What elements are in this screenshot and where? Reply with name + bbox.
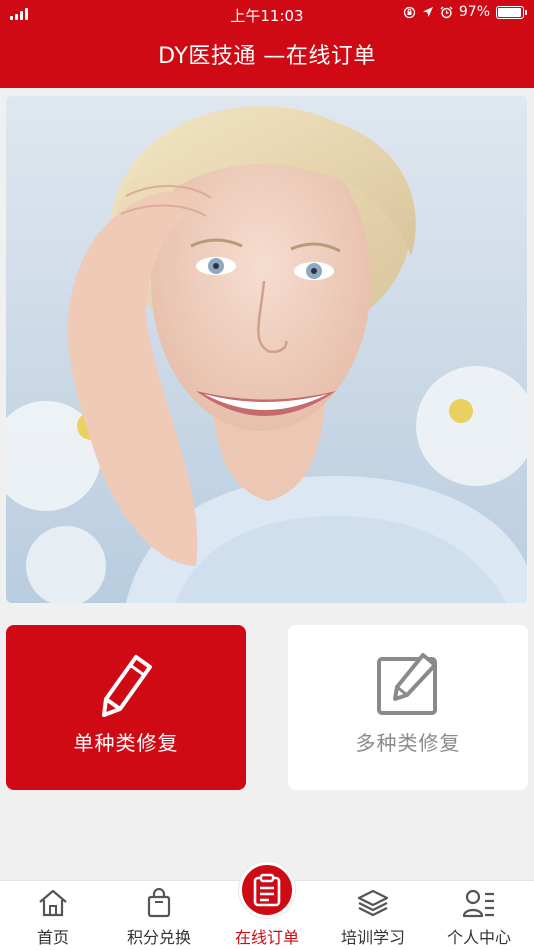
orientation-lock-icon (403, 6, 416, 18)
edit-square-icon (377, 653, 437, 715)
tab-personal-center[interactable]: 个人中心 (434, 881, 524, 950)
page-title: DY医技通 —在线订单 (158, 44, 376, 69)
tab-label: 个人中心 (446, 928, 511, 947)
status-bar: 上午11:03 97% (0, 0, 534, 28)
clipboard-icon (253, 873, 281, 907)
tab-label: 积分兑换 (126, 928, 191, 947)
single-type-repair-label: 单种类修复 (73, 731, 179, 755)
tab-home[interactable]: 首页 (8, 881, 98, 950)
multi-type-repair-label: 多种类修复 (355, 731, 461, 755)
online-order-center-button[interactable] (239, 862, 295, 918)
app-header: 上午11:03 97% DY医技通 —在线订单 (0, 0, 534, 88)
layers-icon (357, 889, 389, 917)
single-type-repair-card[interactable]: 单种类修复 (6, 625, 246, 790)
user-list-icon (462, 889, 494, 918)
pencil-icon (102, 655, 152, 717)
alarm-icon (440, 6, 453, 18)
tab-training[interactable]: 培训学习 (328, 881, 418, 950)
multi-type-repair-card[interactable]: 多种类修复 (288, 625, 528, 790)
hero-banner-image (6, 96, 527, 603)
tab-label: 在线订单 (234, 928, 299, 947)
battery-icon (496, 5, 527, 19)
home-icon (39, 889, 67, 917)
tab-label: 首页 (36, 928, 69, 947)
location-icon (422, 7, 433, 17)
status-indicators: 97% (403, 4, 527, 20)
tab-points-exchange[interactable]: 积分兑换 (114, 881, 204, 950)
battery-percent: 97% (458, 4, 490, 20)
shopping-bag-icon (147, 888, 171, 918)
tab-label: 培训学习 (340, 928, 405, 947)
